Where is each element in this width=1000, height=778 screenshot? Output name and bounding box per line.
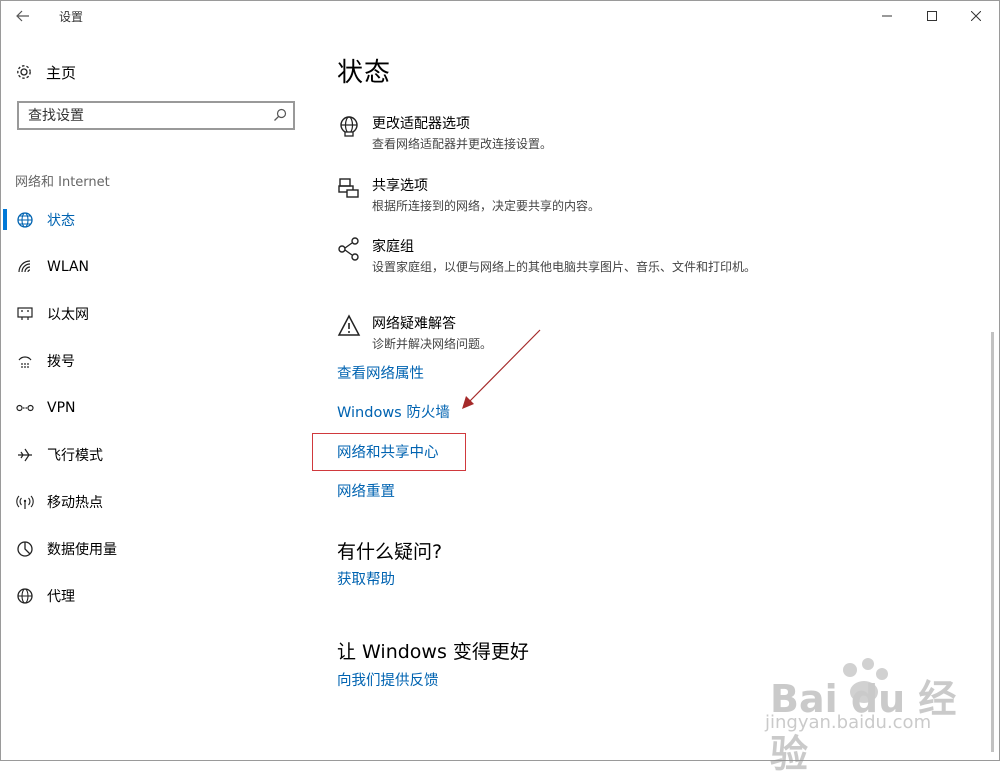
option-description: 诊断并解决网络问题。: [372, 337, 493, 351]
link-windows-firewall[interactable]: Windows 防火墙: [337, 401, 450, 422]
close-icon: [971, 11, 981, 21]
gear-icon: [12, 60, 36, 84]
search-icon[interactable]: [273, 108, 287, 122]
link-get-help[interactable]: 获取帮助: [337, 568, 395, 589]
option-title: 更改适配器选项: [372, 116, 470, 132]
hotspot-icon: [14, 491, 36, 513]
vpn-icon: [14, 397, 36, 419]
sidebar-item-hotspot[interactable]: 移动热点: [0, 482, 300, 522]
link-give-feedback[interactable]: 向我们提供反馈: [337, 669, 439, 690]
sidebar-item-proxy[interactable]: 代理: [0, 576, 300, 616]
proxy-globe-icon: [14, 585, 36, 607]
sidebar-item-label: 数据使用量: [47, 542, 117, 558]
sidebar-item-label: WLAN: [47, 259, 90, 275]
search-input[interactable]: [19, 103, 268, 128]
option-adapter[interactable]: 更改适配器选项 查看网络适配器并更改连接设置。: [336, 113, 796, 153]
section-label: 网络和 Internet: [15, 175, 110, 190]
dialup-icon: [14, 350, 36, 372]
window-title: 设置: [59, 10, 84, 24]
annotation-arrow-icon: [462, 329, 541, 409]
option-description: 查看网络适配器并更改连接设置。: [372, 137, 553, 151]
minimize-icon: [882, 15, 892, 17]
sidebar-item-label: 代理: [47, 589, 75, 605]
globe-status-icon: [14, 209, 36, 231]
option-title: 家庭组: [372, 239, 414, 255]
sidebar-item-dialup[interactable]: 拨号: [0, 341, 300, 381]
title-bar: 设置: [0, 0, 1000, 32]
back-arrow-icon: [16, 10, 29, 22]
close-button[interactable]: [953, 0, 999, 32]
link-network-reset[interactable]: 网络重置: [337, 480, 395, 501]
feedback-heading: 让 Windows 变得更好: [337, 641, 529, 663]
scrollbar[interactable]: [991, 332, 994, 752]
sidebar-item-data-usage[interactable]: 数据使用量: [0, 529, 300, 569]
sidebar-item-label: 移动热点: [47, 495, 103, 511]
sidebar-item-wlan[interactable]: WLAN: [0, 247, 300, 287]
annotation-highlight-box: [312, 433, 466, 471]
help-heading: 有什么疑问?: [337, 541, 443, 563]
wifi-icon: [14, 256, 36, 278]
sidebar-item-label: 拨号: [47, 354, 75, 370]
maximize-icon: [927, 11, 937, 21]
adapter-globe-icon: [336, 113, 362, 139]
option-troubleshoot[interactable]: 网络疑难解答 诊断并解决网络问题。: [336, 313, 796, 353]
data-usage-icon: [14, 538, 36, 560]
option-description: 设置家庭组，以便与网络上的其他电脑共享图片、音乐、文件和打印机。: [372, 260, 757, 274]
option-description: 根据所连接到的网络，决定要共享的内容。: [372, 199, 601, 213]
homegroup-icon: [336, 236, 362, 262]
sidebar-item-ethernet[interactable]: 以太网: [0, 294, 300, 334]
sidebar-item-label: 飞行模式: [47, 448, 103, 464]
search-box[interactable]: [17, 101, 295, 130]
link-view-network-properties[interactable]: 查看网络属性: [337, 362, 424, 383]
maximize-button[interactable]: [909, 0, 955, 32]
airplane-icon: [14, 444, 36, 466]
nav-home[interactable]: 主页: [12, 58, 292, 86]
sidebar-item-label: 状态: [47, 213, 75, 229]
sidebar-item-status[interactable]: 状态: [0, 200, 300, 240]
option-sharing[interactable]: 共享选项 根据所连接到的网络，决定要共享的内容。: [336, 175, 796, 215]
sharing-icon: [336, 175, 362, 201]
sidebar-item-label: VPN: [47, 400, 76, 416]
page-title: 状态: [337, 58, 392, 88]
watermark-sub-text: jingyan.baidu.com: [765, 712, 932, 733]
back-button[interactable]: [10, 4, 36, 28]
warning-icon: [336, 313, 362, 339]
sidebar-item-airplane[interactable]: 飞行模式: [0, 435, 300, 475]
baidu-watermark: Bai du 经验 jingyan.baidu.com: [740, 650, 980, 776]
minimize-button[interactable]: [864, 0, 910, 32]
nav-home-label: 主页: [46, 63, 77, 82]
sidebar-item-vpn[interactable]: VPN: [0, 388, 300, 428]
ethernet-icon: [14, 303, 36, 325]
sidebar-item-label: 以太网: [47, 307, 89, 323]
option-homegroup[interactable]: 家庭组 设置家庭组，以便与网络上的其他电脑共享图片、音乐、文件和打印机。: [336, 236, 796, 296]
active-indicator: [3, 209, 7, 230]
option-title: 共享选项: [372, 178, 428, 194]
